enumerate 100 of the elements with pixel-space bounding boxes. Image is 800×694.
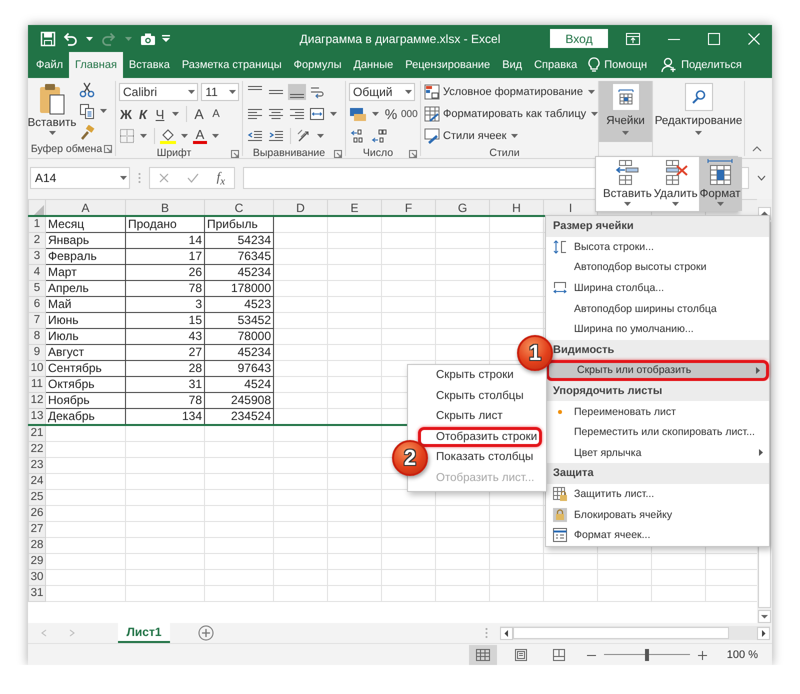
caret-icon[interactable] [212, 134, 219, 138]
ribbon-tab[interactable]: Справка [528, 52, 584, 78]
ribbon-display-options-icon[interactable] [626, 32, 640, 44]
ribbon-tab[interactable]: Вид [496, 52, 528, 78]
check-icon[interactable] [186, 173, 199, 183]
column-header[interactable]: E [328, 200, 382, 216]
row-header[interactable]: 25 [28, 490, 46, 506]
undo-icon[interactable] [62, 30, 78, 46]
sign-in-button[interactable]: Вход [550, 29, 608, 48]
cells-menu-button[interactable]: Вставить [602, 157, 653, 211]
caret-icon[interactable] [86, 36, 93, 40]
increase-font-size-button[interactable]: A [192, 106, 206, 122]
column-header[interactable]: D [274, 200, 328, 216]
row-header[interactable]: 24 [28, 474, 46, 490]
row-header[interactable]: 26 [28, 506, 46, 522]
row-header[interactable]: 7 [28, 312, 46, 328]
ribbon-tab[interactable]: Файл [30, 52, 70, 78]
styles-menu-button[interactable]: Форматировать как таблицу [424, 106, 600, 122]
camera-icon[interactable] [140, 32, 156, 46]
row-header[interactable]: 31 [28, 586, 46, 602]
column-header[interactable]: B [126, 200, 204, 216]
column-header[interactable]: G [436, 200, 490, 216]
zoom-level[interactable]: 100 % [726, 649, 758, 661]
row-header[interactable]: 11 [28, 376, 46, 392]
row-header[interactable]: 8 [28, 328, 46, 344]
styles-menu-button[interactable]: Условное форматирование [424, 84, 597, 100]
ribbon-tab[interactable]: Главная [69, 52, 123, 78]
caret-icon[interactable] [624, 202, 631, 206]
menu-item[interactable]: Высота строки... [546, 236, 769, 258]
caret-icon[interactable] [622, 131, 629, 135]
row-header[interactable]: 9 [28, 344, 46, 360]
menu-item[interactable]: Скрыть или отобразить [546, 360, 769, 381]
bold-button[interactable]: Ж [119, 106, 133, 122]
caret-icon[interactable] [48, 131, 56, 135]
increase-indent-icon[interactable] [267, 128, 285, 144]
italic-button[interactable]: К [136, 106, 150, 122]
caret-icon[interactable] [181, 134, 188, 138]
row-header[interactable]: 4 [28, 264, 46, 280]
row-header[interactable]: 23 [28, 458, 46, 474]
row-header[interactable]: 29 [28, 554, 46, 570]
align-left-icon[interactable] [246, 106, 264, 122]
menu-item[interactable]: Ширина столбца... [546, 278, 769, 298]
view-button[interactable] [468, 644, 497, 665]
cells-menu-button[interactable]: Формат [698, 157, 742, 211]
column-header[interactable]: A [46, 200, 126, 216]
caret-icon[interactable] [188, 90, 196, 94]
tell-me-button[interactable]: Помощн [583, 52, 652, 78]
scroll-left-icon[interactable] [500, 626, 513, 640]
dialog-launcher-icon[interactable] [231, 150, 239, 158]
row-header[interactable]: 12 [28, 392, 46, 408]
decrease-decimal-icon[interactable] [370, 128, 388, 144]
column-header[interactable]: C [204, 200, 274, 216]
scissors-icon[interactable] [79, 82, 95, 98]
menu-item[interactable]: Скрыть лист [408, 406, 546, 427]
customize-icon[interactable] [162, 34, 170, 42]
row-header[interactable]: 6 [28, 296, 46, 312]
name-box[interactable]: A14 [30, 167, 130, 189]
collapse-ribbon-icon[interactable] [752, 146, 762, 152]
row-header[interactable]: 30 [28, 570, 46, 586]
slider-thumb[interactable] [644, 649, 649, 661]
save-icon[interactable] [40, 30, 56, 46]
row-header[interactable]: 21 [28, 425, 46, 442]
menu-item[interactable]: Скрыть столбцы [408, 386, 546, 406]
editing-button[interactable]: Редактирование [656, 81, 741, 142]
caret-icon[interactable] [100, 109, 107, 114]
caret-icon[interactable] [588, 90, 595, 94]
fill-color-icon[interactable] [160, 128, 176, 144]
scrollbar-thumb[interactable] [513, 627, 729, 639]
cells-menu-button[interactable]: Удалить [652, 157, 699, 211]
zoom-slider[interactable] [604, 649, 690, 661]
caret-icon[interactable] [372, 112, 379, 116]
menu-item[interactable]: Автоподбор высоты строки [546, 257, 769, 278]
insert-function-button[interactable]: f$_{x}$ [216, 168, 226, 188]
zoom-in-icon[interactable] [698, 650, 707, 660]
menu-item[interactable]: Блокировать ячейку [546, 504, 769, 525]
percent-button[interactable]: % [384, 106, 398, 122]
caret-icon[interactable] [695, 131, 702, 135]
borders-icon[interactable] [119, 128, 135, 144]
menu-item[interactable]: Переименовать лист [546, 401, 769, 422]
number-format-field[interactable]: Общий [349, 83, 415, 101]
sheet-tab[interactable]: Лист1 [118, 623, 170, 643]
bottom-align-icon[interactable] [288, 84, 306, 100]
align-center-icon[interactable] [267, 106, 285, 122]
caret-icon[interactable] [229, 90, 236, 94]
decrease-indent-icon[interactable] [246, 128, 264, 144]
row-header[interactable]: 3 [28, 248, 46, 264]
row-header[interactable]: 22 [28, 442, 46, 458]
close-icon[interactable] [748, 32, 760, 44]
menu-item[interactable]: Формат ячеек... [546, 524, 769, 546]
row-header[interactable]: 2 [28, 232, 46, 248]
ribbon-tab[interactable]: Рецензирование [399, 52, 496, 78]
caret-icon[interactable] [317, 134, 324, 138]
align-right-icon[interactable] [288, 106, 306, 122]
caret-icon[interactable] [405, 90, 412, 94]
dialog-launcher-icon[interactable] [334, 150, 342, 158]
caret-icon[interactable] [172, 112, 179, 116]
caret-icon[interactable] [591, 112, 598, 116]
menu-item[interactable]: Автоподбор ширины столбца [546, 298, 769, 319]
caret-icon[interactable] [511, 134, 518, 138]
font-size-field[interactable]: 11 [201, 83, 239, 101]
